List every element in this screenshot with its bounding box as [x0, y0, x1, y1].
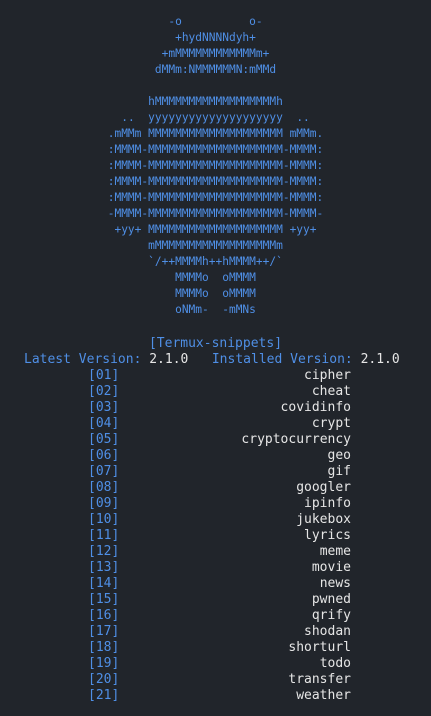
menu-item-name: meme	[319, 544, 351, 559]
menu-item[interactable]: [02] cheat	[0, 384, 431, 400]
menu-item[interactable]: [04] crypt	[0, 416, 431, 432]
ascii-art-line: MMMMo oMMMM	[175, 287, 256, 300]
menu-item-name: movie	[311, 560, 351, 575]
menu-item-number: [01]	[88, 368, 120, 383]
menu-item[interactable]: [20] transfer	[0, 672, 431, 688]
ascii-art-line: +hydNNNNdyh+	[175, 31, 256, 44]
menu-item-name: ipinfo	[304, 496, 351, 511]
menu-item-number: [06]	[88, 448, 120, 463]
menu-item-name: cipher	[304, 368, 351, 383]
menu-item[interactable]: [17] shodan	[0, 624, 431, 640]
ascii-art-line: +mMMMMMMMMMMMMm+	[161, 47, 270, 60]
ascii-art-line: -o o-	[168, 15, 263, 28]
menu-item[interactable]: [06] geo	[0, 448, 431, 464]
ascii-art-line: :MMMM-MMMMMMMMMMMMMMMMMMMM-MMMM:	[107, 143, 324, 156]
ascii-art-line: +yy+ MMMMMMMMMMMMMMMMMMMM +yy+	[114, 223, 317, 236]
menu-item[interactable]: [10] jukebox	[0, 512, 431, 528]
ascii-art-line	[0, 78, 431, 94]
ascii-art-line: :MMMM-MMMMMMMMMMMMMMMMMMMM-MMMM:	[107, 175, 324, 188]
menu-item-number: [13]	[88, 560, 120, 575]
menu-item-name: crypt	[311, 416, 351, 431]
menu-item[interactable]: [03] covidinfo	[0, 400, 431, 416]
menu-item-number: [07]	[88, 464, 120, 479]
ascii-art-line: dMMm:NMMMMMMN:mMMd	[154, 63, 277, 76]
menu-item-name: jukebox	[296, 512, 351, 527]
snippet-menu: [01] cipher [02] cheat [03] covidinfo [04] cryp…	[0, 368, 431, 704]
latest-version-label: Latest Version:	[24, 352, 142, 367]
menu-item-name: lyrics	[304, 528, 351, 543]
menu-item-name: transfer	[288, 672, 351, 687]
menu-item-name: covidinfo	[280, 400, 351, 415]
menu-item[interactable]: [01] cipher	[0, 368, 431, 384]
menu-item-number: [02]	[88, 384, 120, 399]
app-title: [Termux-snippets]	[148, 336, 283, 351]
menu-item[interactable]: [16] qrify	[0, 608, 431, 624]
menu-item-number: [16]	[88, 608, 120, 623]
terminal-screen: -o o- +hydNNNNdyh+ +mMMMMMMMMMMMMm+ dMMm:NM…	[0, 0, 431, 716]
version-line: Latest Version: 2.1.0 Installed Version:…	[24, 352, 424, 368]
menu-item-name: pwned	[311, 592, 351, 607]
ascii-art-line: oNMm- -mMNs	[175, 303, 256, 316]
menu-item-number: [18]	[88, 640, 120, 655]
menu-item-number: [12]	[88, 544, 120, 559]
menu-item-number: [19]	[88, 656, 120, 671]
latest-version-value: 2.1.0	[149, 352, 189, 367]
menu-item-name: cheat	[311, 384, 351, 399]
menu-item-number: [04]	[88, 416, 120, 431]
menu-item-name: shodan	[304, 624, 351, 639]
ascii-art-line: :MMMM-MMMMMMMMMMMMMMMMMMMM-MMMM:	[107, 159, 324, 172]
ascii-art-line: mMMMMMMMMMMMMMMMMMMm	[148, 239, 283, 252]
android-logo-ascii-art: -o o- +hydNNNNdyh+ +mMMMMMMMMMMMMm+ dMMm:NM…	[0, 14, 431, 318]
menu-item-number: [11]	[88, 528, 120, 543]
ascii-art-line: `/++MMMMh++hMMMM++/`	[148, 255, 283, 268]
menu-item-number: [03]	[88, 400, 120, 415]
menu-item[interactable]: [13] movie	[0, 560, 431, 576]
ascii-art-line: .mMMm MMMMMMMMMMMMMMMMMMMM mMMm.	[107, 127, 324, 140]
menu-item-name: weather	[296, 688, 351, 703]
menu-item-number: [08]	[88, 480, 120, 495]
menu-item-number: [05]	[88, 432, 120, 447]
menu-item[interactable]: [11] lyrics	[0, 528, 431, 544]
ascii-art-line: .. yyyyyyyyyyyyyyyyyyyy ..	[121, 111, 310, 124]
menu-item-number: [20]	[88, 672, 120, 687]
ascii-art-line: MMMMo oMMMM	[175, 271, 256, 284]
menu-item-number: [10]	[88, 512, 120, 527]
ascii-art-line: -MMMM-MMMMMMMMMMMMMMMMMMMM-MMMM-	[107, 207, 324, 220]
ascii-art-line: :MMMM-MMMMMMMMMMMMMMMMMMMM-MMMM:	[107, 191, 324, 204]
installed-version-value: 2.1.0	[360, 352, 400, 367]
menu-item[interactable]: [15] pwned	[0, 592, 431, 608]
menu-item-name: todo	[319, 656, 351, 671]
menu-item[interactable]: [12] meme	[0, 544, 431, 560]
menu-item[interactable]: [14] news	[0, 576, 431, 592]
menu-item[interactable]: [19] todo	[0, 656, 431, 672]
menu-item[interactable]: [07] gif	[0, 464, 431, 480]
menu-item[interactable]: [18] shorturl	[0, 640, 431, 656]
menu-item-name: news	[319, 576, 351, 591]
menu-item-number: [15]	[88, 592, 120, 607]
menu-item-name: shorturl	[288, 640, 351, 655]
menu-item[interactable]: [05] cryptocurrency	[0, 432, 431, 448]
menu-item-name: cryptocurrency	[241, 432, 351, 447]
menu-item-number: [09]	[88, 496, 120, 511]
menu-item-number: [21]	[88, 688, 120, 703]
menu-item-number: [14]	[88, 576, 120, 591]
ascii-art-line: hMMMMMMMMMMMMMMMMMMh	[148, 95, 283, 108]
menu-item-name: qrify	[311, 608, 351, 623]
menu-item[interactable]: [21] weather	[0, 688, 431, 704]
menu-item[interactable]: [08] googler	[0, 480, 431, 496]
menu-item[interactable]: [09] ipinfo	[0, 496, 431, 512]
menu-item-name: googler	[296, 480, 351, 495]
menu-item-number: [17]	[88, 624, 120, 639]
menu-item-name: geo	[327, 448, 351, 463]
installed-version-label: Installed Version:	[211, 352, 353, 367]
menu-item-name: gif	[327, 464, 351, 479]
